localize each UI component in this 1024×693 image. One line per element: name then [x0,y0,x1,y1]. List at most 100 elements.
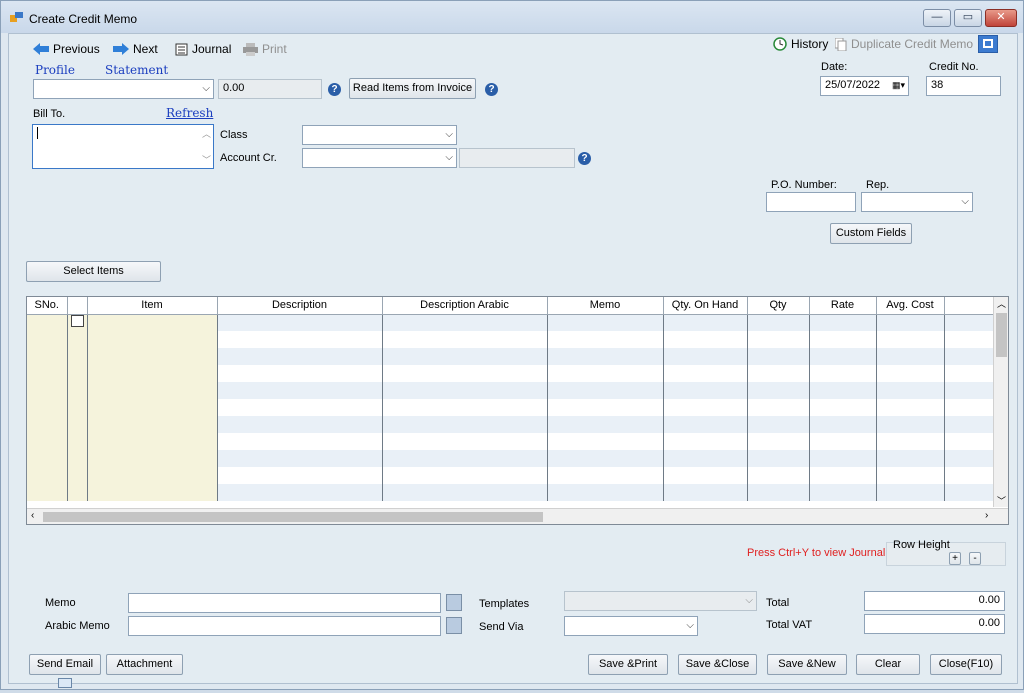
table-cell[interactable] [547,348,664,365]
profile-link[interactable]: Profile [35,63,75,77]
table-cell[interactable] [217,331,383,348]
table-cell[interactable] [809,348,877,365]
table-cell[interactable] [663,399,748,416]
next-button[interactable]: Next [113,42,158,56]
col-rate[interactable]: Rate [809,297,877,315]
table-cell[interactable] [747,450,810,467]
arabic-memo-field[interactable] [128,616,441,636]
table-cell[interactable] [809,416,877,433]
journal-button[interactable]: Journal [175,42,231,56]
table-cell[interactable] [67,382,88,399]
table-cell[interactable] [876,382,945,399]
table-cell[interactable] [663,382,748,399]
table-cell[interactable] [87,314,218,331]
send-email-button[interactable]: Send Email [29,654,101,689]
table-cell[interactable] [547,365,664,382]
table-cell[interactable] [27,348,68,365]
table-cell[interactable] [217,467,383,484]
table-cell[interactable] [87,416,218,433]
table-cell[interactable] [876,365,945,382]
table-cell[interactable] [27,467,68,484]
table-cell[interactable] [944,450,995,467]
table-cell[interactable] [382,365,548,382]
table-cell[interactable] [663,450,748,467]
table-cell[interactable] [87,348,218,365]
table-cell[interactable] [663,433,748,450]
save-memo-icon[interactable] [446,594,462,611]
scroll-down-icon[interactable]: ﹀ [997,494,1006,507]
table-cell[interactable] [547,331,664,348]
table-cell[interactable] [547,399,664,416]
table-cell[interactable] [663,484,748,501]
statement-link[interactable]: Statement [105,63,168,77]
customer-select[interactable]: ⌵ [33,79,214,99]
table-cell[interactable] [747,416,810,433]
table-cell[interactable] [217,365,383,382]
table-cell[interactable] [663,416,748,433]
table-cell[interactable] [382,348,548,365]
table-cell[interactable] [27,399,68,416]
scroll-right-icon[interactable]: › [985,510,988,521]
table-row[interactable] [27,399,995,416]
scroll-up-icon[interactable]: ︿ [997,297,1006,310]
col-avg-cost[interactable]: Avg. Cost [876,297,945,315]
table-cell[interactable] [217,314,383,331]
col-sno[interactable]: SNo. [27,297,68,315]
read-items-button[interactable]: Read Items from Invoice [349,78,476,99]
table-cell[interactable] [87,433,218,450]
custom-fields-button[interactable]: Custom Fields [830,223,912,244]
grid-vertical-scrollbar[interactable]: ︿ ﹀ [993,297,1008,507]
table-cell[interactable] [87,365,218,382]
table-cell[interactable] [87,484,218,501]
scroll-left-icon[interactable]: ‹ [31,510,34,521]
table-cell[interactable] [27,314,68,331]
table-cell[interactable] [747,382,810,399]
vertical-scroll-thumb[interactable] [996,313,1007,357]
table-cell[interactable] [217,348,383,365]
table-cell[interactable] [547,467,664,484]
table-cell[interactable] [67,416,88,433]
table-cell[interactable] [747,331,810,348]
table-cell[interactable] [217,382,383,399]
table-cell[interactable] [87,399,218,416]
table-row[interactable] [27,450,995,467]
table-cell[interactable] [67,450,88,467]
table-cell[interactable] [876,331,945,348]
table-cell[interactable] [217,484,383,501]
help-icon[interactable]: ? [578,152,591,165]
table-cell[interactable] [547,484,664,501]
table-cell[interactable] [747,348,810,365]
table-cell[interactable] [217,399,383,416]
table-cell[interactable] [809,484,877,501]
table-cell[interactable] [27,382,68,399]
templates-select[interactable]: ⌵ [564,591,757,611]
table-cell[interactable] [876,467,945,484]
table-cell[interactable] [876,484,945,501]
help-icon[interactable]: ? [485,83,498,96]
table-cell[interactable] [809,331,877,348]
table-cell[interactable] [809,450,877,467]
table-cell[interactable] [747,433,810,450]
send-via-select[interactable]: ⌵ [564,616,698,636]
maximize-button[interactable]: ▭ [954,9,982,27]
duplicate-button[interactable]: Duplicate Credit Memo [835,37,973,51]
rep-select[interactable]: ⌵ [861,192,973,212]
save-new-button[interactable]: Save &New [767,654,847,675]
col-description-arabic[interactable]: Description Arabic [382,297,548,315]
table-cell[interactable] [67,433,88,450]
table-row[interactable] [27,314,995,331]
col-qty-on-hand[interactable]: Qty. On Hand [663,297,748,315]
help-icon[interactable]: ? [328,83,341,96]
calendar-icon[interactable]: ▦▾ [892,80,905,91]
table-cell[interactable] [67,399,88,416]
table-cell[interactable] [944,365,995,382]
col-item[interactable]: Item [87,297,218,315]
table-cell[interactable] [87,382,218,399]
table-cell[interactable] [217,433,383,450]
items-table[interactable]: SNo. Item Description Description Arabic… [27,297,995,501]
table-cell[interactable] [87,450,218,467]
credit-no-field[interactable]: 38 [926,76,1001,96]
table-cell[interactable] [67,348,88,365]
po-number-field[interactable] [766,192,856,212]
table-row[interactable] [27,416,995,433]
